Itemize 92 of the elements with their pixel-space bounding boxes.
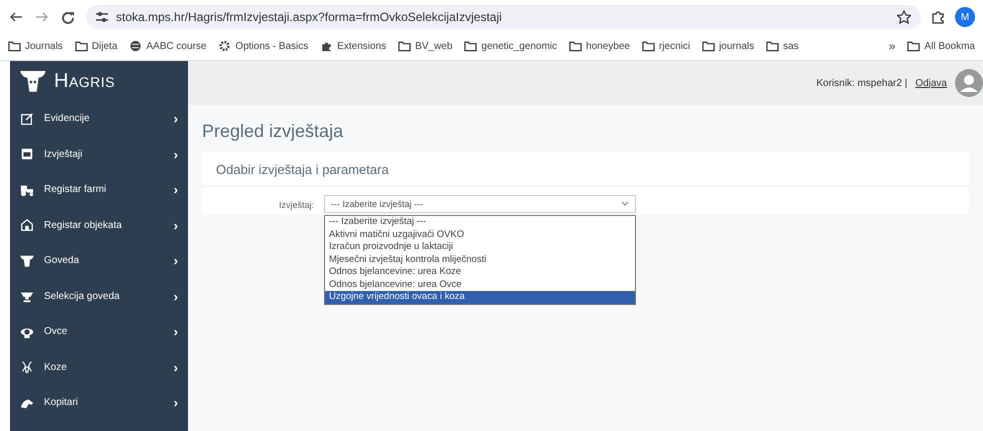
folder-icon	[642, 40, 655, 52]
sidebar-item[interactable]: Selekcija goveda ›	[10, 278, 188, 314]
chevron-icon: ›	[174, 111, 178, 126]
sidebar-item-label[interactable]: Koze	[44, 362, 164, 373]
caret-icon	[621, 201, 629, 207]
bookmark[interactable]: All Bookma	[907, 40, 975, 52]
sidebar-item-label[interactable]: Selekcija goveda	[44, 290, 164, 302]
folder-icon	[702, 40, 716, 52]
bull-head-icon	[20, 68, 46, 94]
sidebar-item[interactable]: Registar objekata ›	[10, 208, 188, 243]
sidebar-item-label[interactable]: Kopitari	[44, 397, 164, 408]
sidebar-item[interactable]: Registar farmi ›	[10, 172, 188, 208]
tractor-icon	[20, 182, 34, 197]
bookmark-label[interactable]: honeybee	[586, 40, 630, 52]
chevron-icon: ›	[174, 360, 178, 375]
report-select[interactable]: --- Izaberite izvještaj ---	[324, 195, 636, 213]
folder-icon	[464, 40, 478, 52]
sidebar-item-label[interactable]: Registar objekata	[44, 220, 164, 231]
address-bar[interactable]: stoka.mps.hr/Hagris/frmIzvjestaji.aspx?forma=frmOvkoSelekcijaIzvjestaji	[86, 5, 921, 29]
folder-icon	[398, 40, 412, 52]
dropdown-option[interactable]: Uzgojne vrijednosti ovaca i koza	[325, 291, 635, 304]
bookmark-label[interactable]: journals	[719, 40, 754, 52]
sidebar-item[interactable]: Izvještaji ›	[10, 136, 188, 172]
globe-icon	[129, 40, 142, 52]
bookmark[interactable]: Dijeta	[74, 40, 118, 52]
bookmark-label[interactable]: Dijeta	[92, 40, 118, 52]
bookmark[interactable]: BV_web	[398, 40, 452, 52]
chevron-icon: ›	[174, 253, 178, 268]
sidebar-item-label[interactable]: Registar farmi	[44, 184, 164, 196]
bookmark-label[interactable]: BV_web	[415, 40, 452, 52]
bookmark[interactable]: AABC course	[129, 40, 206, 52]
reload-icon[interactable]	[60, 10, 76, 24]
sidebar-item-label[interactable]: Evidencije	[44, 113, 164, 124]
bookmark-label[interactable]: rjecnici	[658, 40, 690, 52]
chevron-icon: ›	[174, 182, 178, 198]
field-label: Izvještaj:	[278, 199, 315, 210]
username-label: Korisnik: mspehar2 |	[816, 78, 908, 88]
sidebar-item[interactable]: Kopitari ›	[10, 385, 188, 420]
dropdown-option[interactable]: --- Izaberite izvještaj ---	[325, 216, 635, 228]
dropdown-option[interactable]: Odnos bjelancevine: urea Koze	[325, 266, 635, 278]
folder-icon	[74, 40, 88, 52]
sidebar-item-label[interactable]: Izvještaji	[44, 148, 164, 160]
dropdown-option[interactable]: Aktivni matični uzgajivači OVKO	[325, 228, 635, 241]
bookmark[interactable]: genetic_genomic	[464, 40, 558, 52]
bookmark-label[interactable]: All Bookma	[924, 40, 975, 52]
folder-icon	[569, 40, 582, 52]
sidebar-item[interactable]: Goveda ›	[10, 243, 188, 278]
report-icon	[20, 147, 34, 162]
back-icon[interactable]	[8, 10, 24, 24]
puzzle-icon	[320, 40, 334, 52]
panel-title: Odabir izvještaja i parametara	[202, 152, 969, 187]
dropdown-option[interactable]: Izračun proizvodnje u laktaciji	[325, 241, 635, 254]
sidebar-item[interactable]: Ovce ›	[10, 314, 188, 350]
bookmark-label[interactable]: Options - Basics	[235, 40, 308, 52]
bookmark[interactable]: honeybee	[569, 40, 630, 52]
logo-text: Hagris	[54, 70, 116, 92]
sidebar-item-label[interactable]: Goveda	[44, 255, 164, 266]
puzzle-icon[interactable]	[931, 10, 945, 24]
bookmark-label[interactable]: Extensions	[337, 40, 386, 52]
bookmark[interactable]: rjecnici	[642, 40, 690, 52]
user-avatar-icon[interactable]	[955, 69, 983, 97]
chevron-icon: ›	[174, 146, 178, 162]
logout-link[interactable]: Odjava	[915, 78, 947, 88]
bookmark-label[interactable]: genetic_genomic	[481, 40, 558, 52]
more-bookmarks-button[interactable]: »	[888, 39, 896, 53]
sidebar-item[interactable]: Evidencije ›	[10, 101, 188, 136]
sidebar-item-label[interactable]: Ovce	[44, 326, 164, 338]
bookmark[interactable]: Journals	[8, 40, 63, 52]
chevron-icon: ›	[174, 218, 178, 233]
profile-avatar[interactable]: M	[955, 7, 975, 27]
chevron-icon: ›	[174, 324, 178, 340]
page-title: Pregled izvještaja	[201, 120, 344, 143]
dropdown-option[interactable]: Mjesečni izvještaj kontrola mliječnosti	[325, 254, 635, 266]
house-icon	[20, 218, 34, 232]
chevron-icon: ›	[174, 395, 178, 410]
bookmark-label[interactable]: Journals	[25, 40, 63, 52]
chevron-icon: ›	[174, 288, 178, 304]
bookmark[interactable]: journals	[702, 40, 754, 52]
site-settings-icon[interactable]	[96, 12, 108, 22]
folder-icon	[907, 40, 920, 52]
gear-icon	[218, 40, 232, 52]
bookmark-label[interactable]: AABC course	[146, 40, 206, 52]
edit-icon	[20, 112, 34, 126]
bookmark[interactable]: Options - Basics	[218, 40, 308, 52]
sidebar-item[interactable]: Koze ›	[10, 350, 188, 385]
star-icon[interactable]	[897, 10, 911, 24]
folder-icon	[766, 40, 780, 52]
bookmark-label[interactable]: sas	[783, 40, 799, 52]
dropdown-option[interactable]: Odnos bjelancevine: urea Ovce	[325, 278, 635, 291]
bookmark[interactable]: sas	[766, 40, 799, 52]
folder-icon	[8, 40, 21, 52]
bookmark[interactable]: Extensions	[320, 40, 386, 52]
